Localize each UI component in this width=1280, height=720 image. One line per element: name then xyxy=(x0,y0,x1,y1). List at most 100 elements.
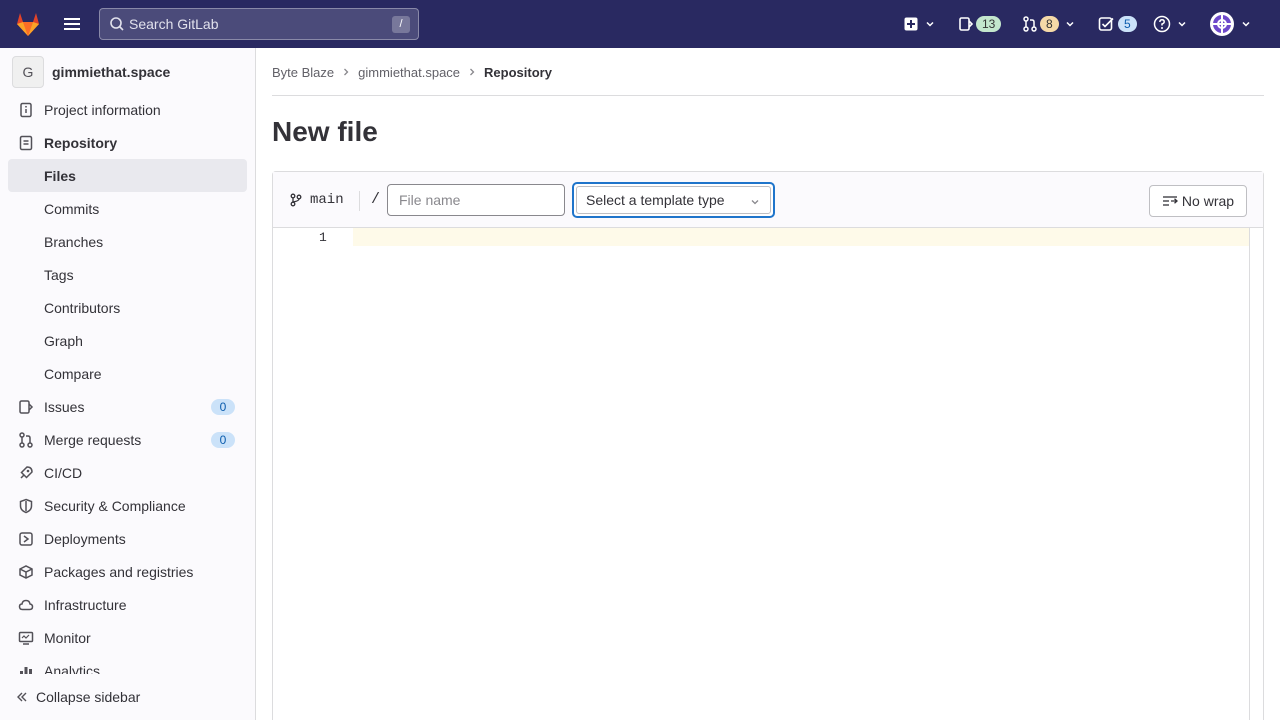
sidebar-item-label: Files xyxy=(44,167,76,184)
issues-icon xyxy=(959,17,974,31)
sidebar-item-project-information[interactable]: Project information xyxy=(8,93,247,126)
mr-count-badge: 0 xyxy=(211,432,235,448)
chevron-down-icon xyxy=(1178,21,1186,27)
sidebar-item-compare[interactable]: Compare xyxy=(8,357,247,390)
breadcrumb-item-project[interactable]: gimmiethat.space xyxy=(358,65,460,80)
sidebar-item-label: Graph xyxy=(44,332,83,349)
gitlab-logo-icon[interactable] xyxy=(14,10,42,38)
sidebar-item-branches[interactable]: Branches xyxy=(8,225,247,258)
mr-count-badge: 8 xyxy=(1040,16,1059,32)
double-chevron-left-icon xyxy=(17,692,27,702)
sidebar-item-merge-requests[interactable]: Merge requests 0 xyxy=(8,423,247,456)
chevron-right-icon xyxy=(344,68,349,76)
issues-count-badge: 0 xyxy=(211,399,235,415)
project-avatar: G xyxy=(12,56,44,88)
breadcrumb-item-current[interactable]: Repository xyxy=(484,65,552,80)
line-number: 1 xyxy=(319,230,327,245)
deployments-icon xyxy=(18,531,34,547)
sidebar-item-infrastructure[interactable]: Infrastructure xyxy=(8,588,247,621)
monitor-icon xyxy=(18,630,34,646)
info-icon xyxy=(18,102,34,118)
project-header[interactable]: G gimmiethat.space xyxy=(12,56,170,88)
sidebar-item-label: Merge requests xyxy=(44,431,142,448)
sidebar-item-label: Contributors xyxy=(44,299,121,316)
editor-header: main / Select a template type No wrap xyxy=(273,172,1263,228)
file-name-input[interactable] xyxy=(387,184,565,216)
sidebar-item-label: Infrastructure xyxy=(44,596,127,613)
chevron-down-icon xyxy=(1242,21,1250,27)
sidebar-item-security-compliance[interactable]: Security & Compliance xyxy=(8,489,247,522)
chevron-down-icon xyxy=(1066,21,1074,27)
breadcrumb-divider xyxy=(272,95,1264,96)
project-name: gimmiethat.space xyxy=(52,64,171,80)
branch-name: main xyxy=(310,192,344,208)
user-menu-button[interactable] xyxy=(1209,12,1251,36)
current-line-highlight xyxy=(353,228,1249,246)
no-wrap-label: No wrap xyxy=(1181,193,1235,209)
sidebar-item-files[interactable]: Files xyxy=(8,159,247,192)
collapse-sidebar-label: Collapse sidebar xyxy=(36,689,141,705)
chevron-down-icon xyxy=(751,200,759,205)
rocket-icon xyxy=(18,465,34,481)
sidebar-item-deployments[interactable]: Deployments xyxy=(8,522,247,555)
file-editor: main / Select a template type No wrap 1 xyxy=(272,171,1264,720)
sidebar-item-repository[interactable]: Repository xyxy=(8,126,247,159)
help-button[interactable] xyxy=(1153,12,1187,36)
editor-line: 1 xyxy=(273,228,1249,246)
wrap-icon xyxy=(1162,196,1178,206)
search-input[interactable]: Search GitLab / xyxy=(99,8,419,40)
sidebar-item-label: Project information xyxy=(44,101,161,118)
package-icon xyxy=(18,564,34,580)
sidebar-item-label: CI/CD xyxy=(44,464,83,481)
create-new-button[interactable] xyxy=(903,12,935,36)
sidebar-item-commits[interactable]: Commits xyxy=(8,192,247,225)
template-type-dropdown[interactable]: Select a template type xyxy=(576,186,771,214)
sidebar-item-graph[interactable]: Graph xyxy=(8,324,247,357)
sidebar-item-packages-registries[interactable]: Packages and registries xyxy=(8,555,247,588)
path-separator: / xyxy=(371,191,381,208)
document-icon xyxy=(18,135,34,151)
todos-button[interactable]: 5 xyxy=(1098,12,1137,36)
branch-label: main xyxy=(290,192,344,208)
header-divider xyxy=(359,191,360,211)
breadcrumb-item-group[interactable]: Byte Blaze xyxy=(272,65,334,80)
collapse-sidebar-button[interactable]: Collapse sidebar xyxy=(0,674,255,720)
sidebar-item-label: Security & Compliance xyxy=(44,497,186,514)
chevron-right-icon xyxy=(470,68,475,76)
chevron-down-icon xyxy=(926,21,934,27)
editor-scrollbar[interactable] xyxy=(1249,228,1263,720)
sidebar-item-monitor[interactable]: Monitor xyxy=(8,621,247,654)
sidebar-item-label: Tags xyxy=(44,266,74,283)
code-editor-area[interactable]: 1 xyxy=(273,228,1249,720)
sidebar-item-cicd[interactable]: CI/CD xyxy=(8,456,247,489)
cloud-icon xyxy=(18,597,34,613)
menu-icon[interactable] xyxy=(62,14,82,34)
sidebar: G gimmiethat.space Project information R… xyxy=(0,48,256,720)
todo-check-icon xyxy=(1098,17,1114,31)
search-shortcut-hint: / xyxy=(392,16,410,33)
breadcrumb: Byte Blaze gimmiethat.space Repository xyxy=(272,64,552,80)
template-type-select[interactable]: Select a template type xyxy=(572,182,775,218)
template-type-label: Select a template type xyxy=(586,192,725,208)
sidebar-item-tags[interactable]: Tags xyxy=(8,258,247,291)
sidebar-item-contributors[interactable]: Contributors xyxy=(8,291,247,324)
sidebar-item-label: Deployments xyxy=(44,530,126,547)
plus-square-icon xyxy=(904,17,918,31)
merge-requests-button[interactable]: 8 xyxy=(1022,12,1075,36)
branch-icon xyxy=(290,193,302,207)
sidebar-item-issues[interactable]: Issues 0 xyxy=(8,390,247,423)
issues-button[interactable]: 13 xyxy=(958,12,1002,36)
page-title: New file xyxy=(272,116,378,147)
issues-count-badge: 13 xyxy=(976,16,1002,32)
sidebar-item-label: Issues xyxy=(44,398,85,415)
sidebar-item-label: Packages and registries xyxy=(44,563,194,580)
user-avatar xyxy=(1210,12,1234,36)
sidebar-item-label: Repository xyxy=(44,134,118,151)
merge-request-icon xyxy=(18,431,34,448)
sidebar-item-label: Compare xyxy=(44,365,102,382)
sidebar-nav: Project information Repository Files Com… xyxy=(8,93,247,687)
issues-icon xyxy=(18,399,34,415)
search-icon xyxy=(110,17,124,31)
no-wrap-button[interactable]: No wrap xyxy=(1149,185,1247,217)
help-icon xyxy=(1153,15,1171,33)
